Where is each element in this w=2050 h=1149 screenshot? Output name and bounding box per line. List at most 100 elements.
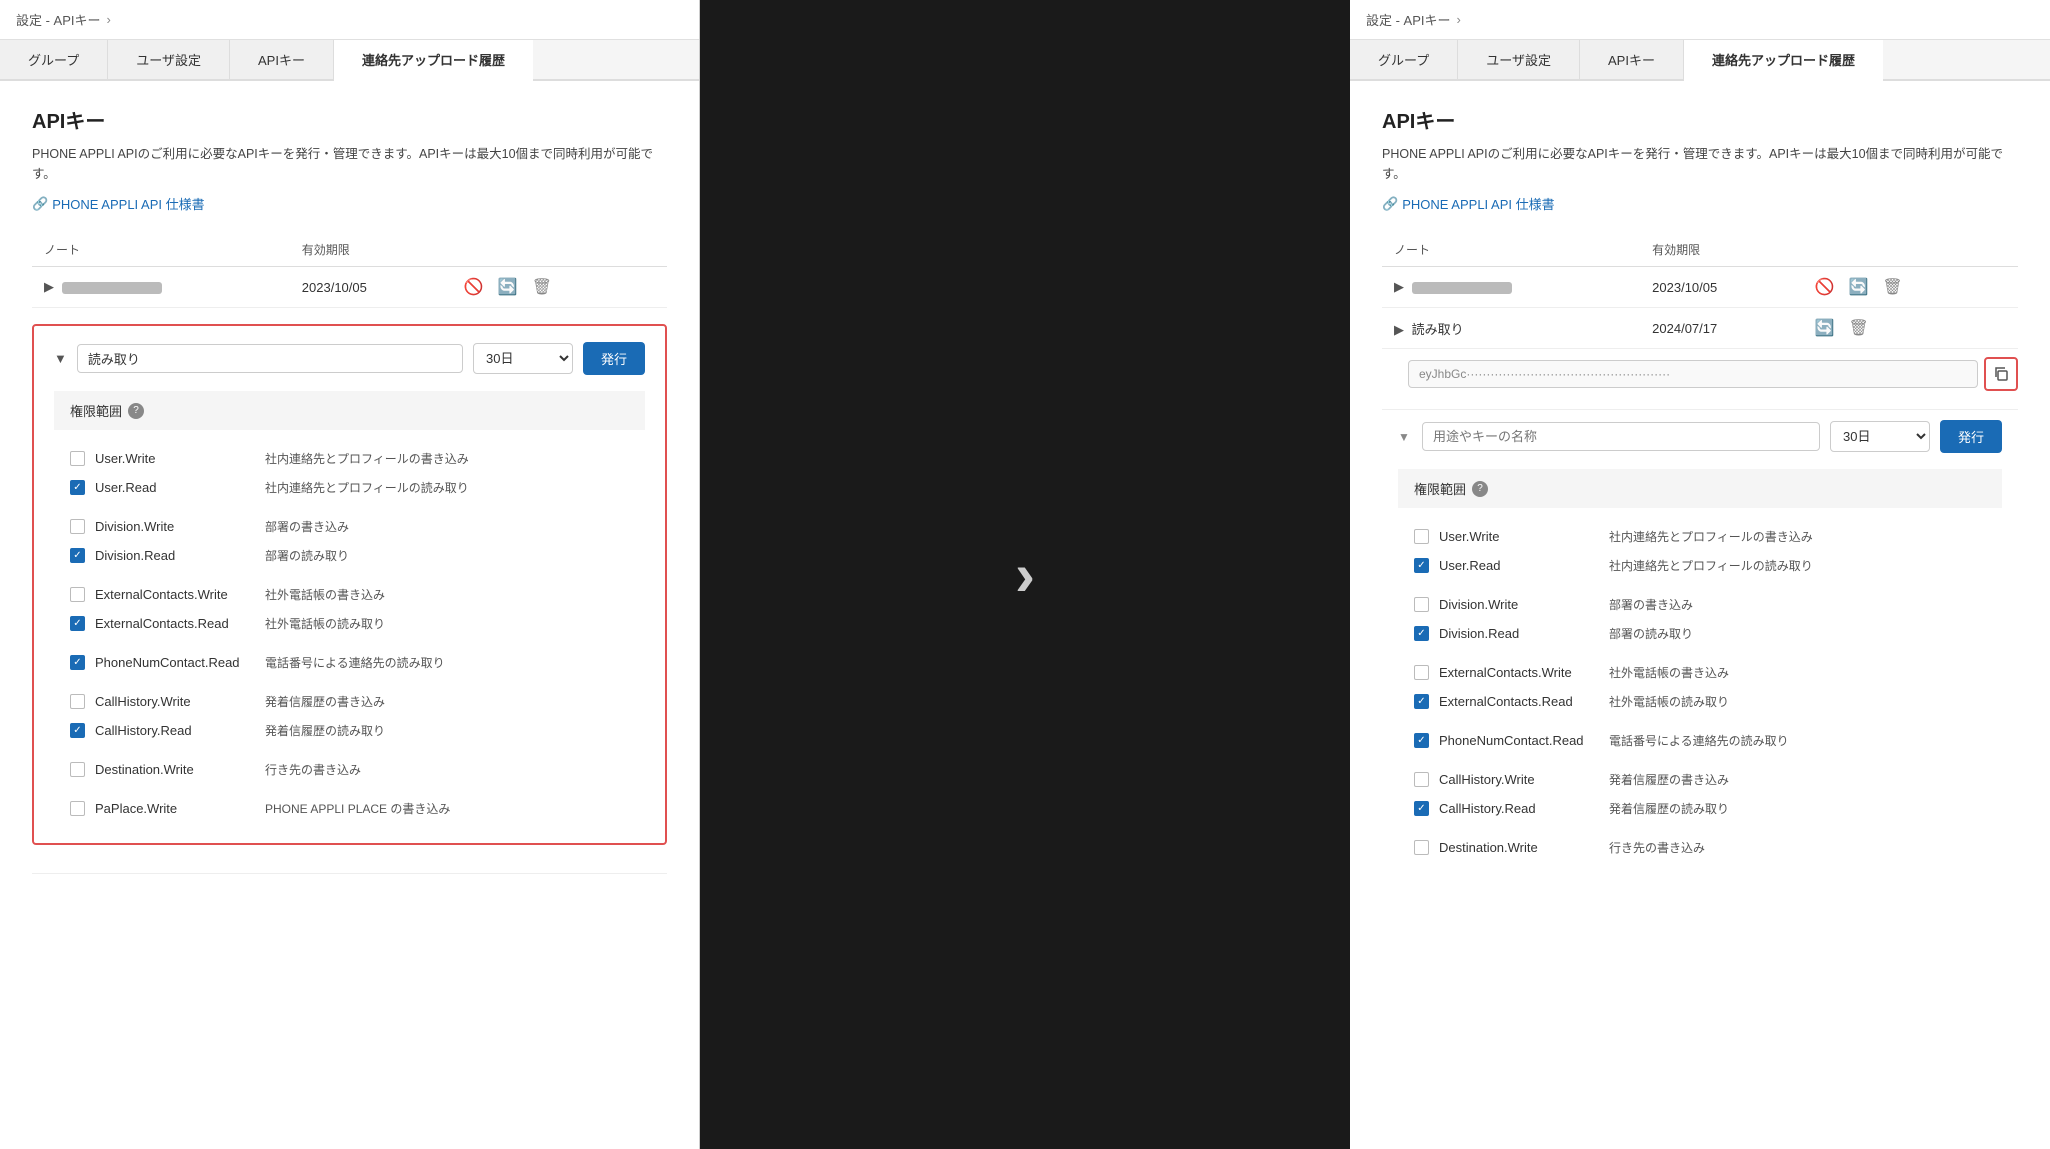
list-item: ExternalContacts.Write 社外電話帳の書き込み — [1398, 658, 2002, 687]
api-spec-link-right[interactable]: 🔗 PHONE APPLI API 仕様書 — [1382, 194, 2018, 213]
ban-icon-left-1[interactable]: 🚫 — [464, 277, 484, 297]
help-icon-right[interactable]: ? — [1472, 481, 1488, 497]
breadcrumb-arrow-right: › — [1457, 12, 1461, 27]
checkbox-division-read-right[interactable]: ✓ — [1414, 626, 1429, 641]
checkbox-phonenum-left[interactable]: ✓ — [70, 655, 85, 670]
expanded-row-left: ▼ 30日 60日 90日 無期限 発行 — [32, 308, 667, 874]
refresh-icon-right-2[interactable]: 🔄 — [1815, 318, 1835, 338]
breadcrumb-text: 設定 - APIキー — [16, 10, 101, 29]
page-desc-left: PHONE APPLI APIのご利用に必要なAPIキーを発行・管理できます。A… — [32, 144, 667, 184]
expiry-select-left[interactable]: 30日 60日 90日 無期限 — [473, 343, 573, 374]
tab-api-key-right[interactable]: APIキー — [1580, 40, 1684, 79]
page-title-left: APIキー — [32, 105, 667, 134]
checkbox-division-write-left[interactable] — [70, 519, 85, 534]
table-row: ▶ 2023/10/05 🚫 🔄 🗑 — [32, 267, 667, 308]
checkbox-ext-read-right[interactable]: ✓ — [1414, 694, 1429, 709]
row-toggle-right-1[interactable]: ▶ — [1394, 279, 1404, 294]
row-toggle-left-1[interactable]: ▶ — [44, 279, 54, 294]
key-name-input-right[interactable] — [1422, 422, 1820, 451]
scope-section-left: 権限範囲 ? — [54, 391, 645, 430]
api-key-display-row — [1382, 349, 2018, 410]
checkbox-ext-read-left[interactable]: ✓ — [70, 616, 85, 631]
expand-toggle-left[interactable]: ▼ — [54, 351, 67, 366]
breadcrumb-text-right: 設定 - APIキー — [1366, 10, 1451, 29]
tabs-right: グループ ユーザ設定 APIキー 連絡先アップロード履歴 — [1350, 40, 2050, 81]
api-table-right: ノート 有効期限 ▶ 2023/10/05 🚫 🔄 — [1382, 233, 2018, 882]
issue-button-left[interactable]: 発行 — [583, 342, 645, 375]
issue-button-right[interactable]: 発行 — [1940, 420, 2002, 453]
list-item: ✓ ExternalContacts.Read 社外電話帳の読み取り — [54, 609, 645, 638]
scope-section-right: 権限範囲 ? — [1398, 469, 2002, 508]
checkbox-ext-write-left[interactable] — [70, 587, 85, 602]
tab-upload-history-left[interactable]: 連絡先アップロード履歴 — [334, 40, 533, 81]
checkbox-callhist-read-left[interactable]: ✓ — [70, 723, 85, 738]
checkbox-destination-write-right[interactable] — [1414, 840, 1429, 855]
tabs-left: グループ ユーザ設定 APIキー 連絡先アップロード履歴 — [0, 40, 699, 81]
right-panel: 設定 - APIキー › グループ ユーザ設定 APIキー 連絡先アップロード履… — [1350, 0, 2050, 1149]
checkbox-user-write-right[interactable] — [1414, 529, 1429, 544]
chevron-right-icon: › — [1015, 540, 1035, 609]
breadcrumb-arrow: › — [107, 12, 111, 27]
tab-group-right[interactable]: グループ — [1350, 40, 1458, 79]
row-toggle-right-2[interactable]: ▶ — [1394, 322, 1404, 337]
api-key-input[interactable] — [1408, 360, 1978, 388]
api-spec-link-left[interactable]: 🔗 PHONE APPLI API 仕様書 — [32, 194, 667, 213]
breadcrumb-right: 設定 - APIキー › — [1350, 0, 2050, 40]
refresh-icon-left-1[interactable]: 🔄 — [498, 277, 518, 297]
checkbox-callhist-write-left[interactable] — [70, 694, 85, 709]
copy-button[interactable] — [1984, 357, 2018, 391]
key-name-input-left[interactable] — [77, 344, 463, 373]
list-item: CallHistory.Write 発着信履歴の書き込み — [1398, 765, 2002, 794]
checkbox-user-write-left[interactable] — [70, 451, 85, 466]
expiry-left-1: 2023/10/05 — [290, 267, 452, 308]
checkbox-user-read-right[interactable]: ✓ — [1414, 558, 1429, 573]
list-item: Division.Write 部署の書き込み — [1398, 590, 2002, 619]
breadcrumb-left: 設定 - APIキー › — [0, 0, 699, 40]
page-desc-right: PHONE APPLI APIのご利用に必要なAPIキーを発行・管理できます。A… — [1382, 144, 2018, 184]
tab-upload-history-right[interactable]: 連絡先アップロード履歴 — [1684, 40, 1883, 81]
content-left: APIキー PHONE APPLI APIのご利用に必要なAPIキーを発行・管理… — [0, 81, 699, 898]
checkbox-division-read-left[interactable]: ✓ — [70, 548, 85, 563]
list-item: ✓ PhoneNumContact.Read 電話番号による連絡先の読み取り — [1398, 726, 2002, 755]
table-row: ▶ 2023/10/05 🚫 🔄 🗑 — [1382, 267, 2018, 308]
left-panel: 設定 - APIキー › グループ ユーザ設定 APIキー 連絡先アップロード履… — [0, 0, 700, 1149]
checkbox-division-write-right[interactable] — [1414, 597, 1429, 612]
form-row-right: ▼ 30日 60日 90日 無期限 発行 — [1398, 420, 2002, 453]
divider: › — [700, 0, 1350, 1149]
checkbox-user-read-left[interactable]: ✓ — [70, 480, 85, 495]
list-item: ✓ User.Read 社内連絡先とプロフィールの読み取り — [1398, 551, 2002, 580]
list-item: ✓ CallHistory.Read 発着信履歴の読み取り — [54, 716, 645, 745]
delete-icon-right-2[interactable]: 🗑 — [1848, 318, 1868, 338]
checkbox-callhist-write-right[interactable] — [1414, 772, 1429, 787]
list-item: User.Write 社内連絡先とプロフィールの書き込み — [54, 444, 645, 473]
col-note-right: ノート — [1382, 233, 1640, 267]
tab-group-left[interactable]: グループ — [0, 40, 108, 79]
checkbox-destination-write-left[interactable] — [70, 762, 85, 777]
expand-toggle-right[interactable]: ▼ — [1398, 430, 1412, 444]
list-item: ✓ Division.Read 部署の読み取り — [54, 541, 645, 570]
action-icons-right-1: 🚫 🔄 🗑 — [1815, 277, 2006, 297]
checkbox-paplace-write-left[interactable] — [70, 801, 85, 816]
list-item: User.Write 社内連絡先とプロフィールの書き込み — [1398, 522, 2002, 551]
new-key-row-right: ▼ 30日 60日 90日 無期限 発行 — [1382, 410, 2018, 883]
tab-api-key-left[interactable]: APIキー — [230, 40, 334, 79]
form-row-left: ▼ 30日 60日 90日 無期限 発行 — [54, 342, 645, 375]
list-item: ✓ CallHistory.Read 発着信履歴の読み取り — [1398, 794, 2002, 823]
checkbox-phonenum-right[interactable]: ✓ — [1414, 733, 1429, 748]
content-right: APIキー PHONE APPLI APIのご利用に必要なAPIキーを発行・管理… — [1350, 81, 2050, 906]
help-icon-left[interactable]: ? — [128, 403, 144, 419]
delete-icon-left-1[interactable]: 🗑 — [532, 277, 552, 297]
expiry-select-right[interactable]: 30日 60日 90日 無期限 — [1830, 421, 1930, 452]
tab-user-settings-right[interactable]: ユーザ設定 — [1458, 40, 1580, 79]
tab-user-settings-left[interactable]: ユーザ設定 — [108, 40, 230, 79]
checkbox-callhist-read-right[interactable]: ✓ — [1414, 801, 1429, 816]
ban-icon-right-1[interactable]: 🚫 — [1815, 277, 1835, 297]
checkbox-ext-write-right[interactable] — [1414, 665, 1429, 680]
col-expiry-right: 有効期限 — [1640, 233, 1802, 267]
list-item: PaPlace.Write PHONE APPLI PLACE の書き込み — [54, 794, 645, 823]
delete-icon-right-1[interactable]: 🗑 — [1882, 277, 1902, 297]
blurred-note-left-1 — [62, 282, 162, 294]
refresh-icon-right-1[interactable]: 🔄 — [1848, 277, 1868, 297]
list-item: ✓ PhoneNumContact.Read 電話番号による連絡先の読み取り — [54, 648, 645, 677]
api-table-left: ノート 有効期限 ▶ 2023/10/05 🚫 🔄 — [32, 233, 667, 874]
